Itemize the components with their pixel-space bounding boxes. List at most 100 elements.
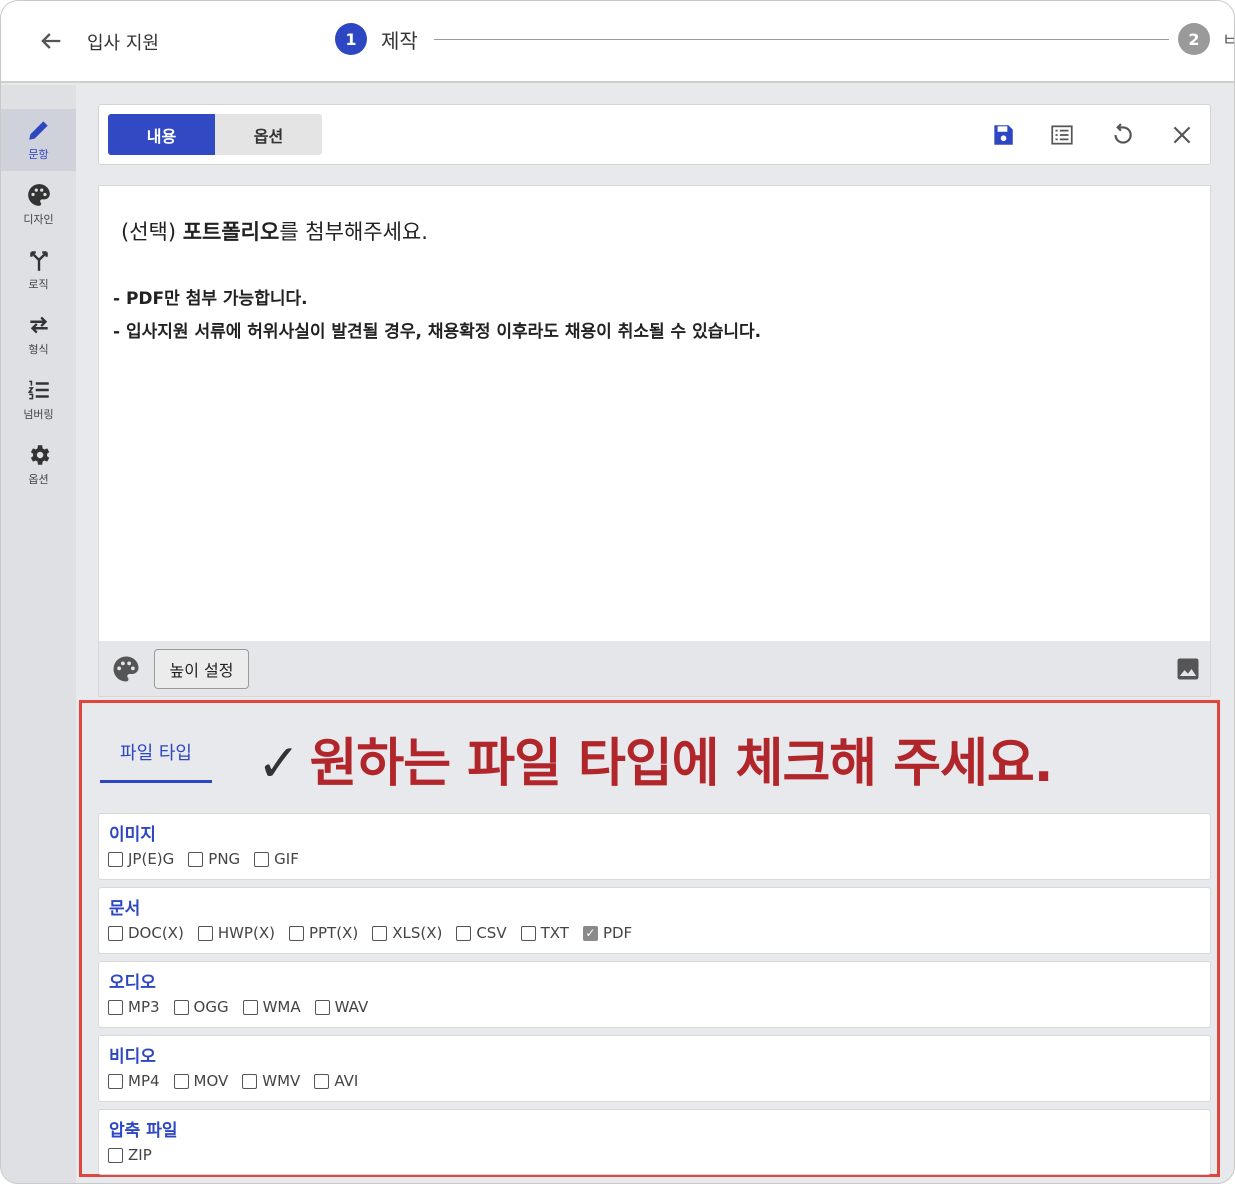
rail-item-label: 넘버링	[23, 408, 54, 421]
option-hwp[interactable]: HWP(X)	[197, 924, 275, 942]
image-icon[interactable]	[1174, 655, 1202, 683]
rail-item-design[interactable]: 디자인	[1, 174, 76, 236]
option-label: JP(E)G	[128, 850, 175, 868]
checkbox[interactable]	[456, 925, 472, 941]
rail-item-label: 옵션	[28, 473, 49, 486]
option-mov[interactable]: MOV	[173, 1072, 229, 1090]
option-pdf[interactable]: PDF	[582, 924, 632, 942]
option-gif[interactable]: GIF	[254, 850, 299, 868]
rail-item-logic[interactable]: 로직	[1, 239, 76, 301]
question-bold: 포트폴리오	[182, 220, 280, 244]
list-icon[interactable]	[1049, 122, 1075, 148]
checkbox[interactable]	[108, 1147, 123, 1163]
checkbox[interactable]	[242, 1073, 258, 1089]
option-ogg[interactable]: OGG	[173, 998, 229, 1016]
option-list: DOC(X) HWP(X) PPT(X) XLS(X) CSV TXT PDF	[108, 924, 646, 942]
option-doc[interactable]: DOC(X)	[108, 924, 184, 942]
option-label: PPT(X)	[308, 924, 359, 942]
rail-item-format[interactable]: 형식	[1, 304, 76, 366]
question-prefix: (선택)	[121, 220, 183, 244]
checkbox[interactable]	[197, 925, 213, 941]
branch-icon	[29, 251, 48, 271]
checkbox[interactable]	[372, 925, 388, 941]
option-label: MP4	[128, 1072, 160, 1090]
option-wma[interactable]: WMA	[242, 998, 301, 1016]
checkbox[interactable]	[288, 925, 304, 941]
rail-item-question[interactable]: 문항	[1, 109, 76, 171]
file-group-audio: 오디오 MP3 OGG WMA WAV	[98, 961, 1211, 1028]
refresh-icon[interactable]	[1109, 122, 1135, 148]
option-xls[interactable]: XLS(X)	[372, 924, 442, 942]
option-label: PNG	[208, 850, 241, 868]
option-label: MOV	[193, 1072, 229, 1090]
swap-icon	[29, 316, 48, 334]
step-1[interactable]: 1 제작	[335, 23, 418, 55]
step-1-number: 1	[335, 23, 367, 55]
checkbox[interactable]	[314, 1073, 330, 1089]
check-mark-icon: ✓	[257, 734, 301, 794]
checkbox[interactable]	[173, 999, 189, 1015]
option-label: HWP(X)	[217, 924, 275, 942]
checkbox[interactable]	[108, 851, 123, 867]
group-title: 문서	[109, 899, 141, 919]
option-avi[interactable]: AVI	[314, 1072, 358, 1090]
option-list: MP3 OGG WMA WAV	[108, 998, 382, 1016]
group-title: 압축 파일	[109, 1121, 178, 1141]
option-csv[interactable]: CSV	[456, 924, 507, 942]
editor-toolbar: 내용 옵션	[98, 104, 1211, 165]
option-ppt[interactable]: PPT(X)	[288, 924, 359, 942]
option-jpeg[interactable]: JP(E)G	[108, 850, 174, 868]
checkbox[interactable]	[173, 1073, 189, 1089]
question-text: (선택) 포트폴리오를 첨부해주세요.	[121, 216, 428, 246]
option-label: WMV	[262, 1072, 301, 1090]
checkbox[interactable]	[242, 999, 258, 1015]
question-editor[interactable]: (선택) 포트폴리오를 첨부해주세요. - PDF만 첨부 가능합니다. - 입…	[98, 185, 1211, 641]
option-label: DOC(X)	[128, 924, 184, 942]
option-label: ZIP	[128, 1146, 152, 1164]
option-mp3[interactable]: MP3	[108, 998, 160, 1016]
checkbox[interactable]	[108, 925, 123, 941]
rail-item-label: 로직	[28, 278, 49, 291]
option-txt[interactable]: TXT	[520, 924, 569, 942]
rail-item-label: 형식	[28, 343, 49, 356]
question-note-2: - 입사지원 서류에 허위사실이 발견될 경우, 채용확정 이후라도 채용이 취…	[113, 322, 762, 342]
checkbox[interactable]	[254, 851, 270, 867]
checkbox[interactable]	[520, 925, 536, 941]
checkbox[interactable]	[108, 1073, 123, 1089]
numbered-list-icon	[27, 380, 49, 400]
tab-file-type[interactable]: 파일 타입	[100, 729, 212, 783]
step-2[interactable]: 2 ㅂ	[1178, 23, 1234, 55]
option-wav[interactable]: WAV	[314, 998, 368, 1016]
rail-item-options[interactable]: 옵션	[1, 434, 76, 496]
checkbox[interactable]	[314, 999, 330, 1015]
tab-options[interactable]: 옵션	[215, 114, 322, 155]
gear-icon	[30, 445, 49, 465]
option-label: OGG	[193, 998, 229, 1016]
step-connector	[434, 39, 1169, 40]
option-label: MP3	[128, 998, 160, 1016]
close-icon[interactable]	[1169, 122, 1195, 148]
step-1-label: 제작	[381, 28, 418, 53]
option-label: AVI	[334, 1072, 359, 1090]
file-group-image: 이미지 JP(E)G PNG GIF	[98, 813, 1211, 880]
height-setting-button[interactable]: 높이 설정	[154, 649, 249, 689]
save-icon[interactable]	[990, 122, 1016, 148]
file-group-video: 비디오 MP4 MOV WMV AVI	[98, 1035, 1211, 1102]
back-arrow-icon[interactable]	[37, 27, 65, 55]
editor-footer: 높이 설정	[98, 641, 1211, 697]
checkbox-checked[interactable]	[582, 925, 598, 941]
option-wmv[interactable]: WMV	[242, 1072, 300, 1090]
checkbox[interactable]	[108, 999, 123, 1015]
instruction-banner: ✓ 원하는 파일 타입에 체크해 주세요.	[257, 721, 1054, 796]
option-png[interactable]: PNG	[188, 850, 240, 868]
palette-icon[interactable]	[111, 654, 141, 684]
tab-content[interactable]: 내용	[108, 114, 215, 155]
checkbox[interactable]	[188, 851, 204, 867]
option-mp4[interactable]: MP4	[108, 1072, 160, 1090]
file-group-archive: 압축 파일 ZIP	[98, 1109, 1211, 1175]
step-2-number: 2	[1178, 23, 1210, 55]
rail-item-numbering[interactable]: 넘버링	[1, 369, 76, 431]
side-rail: 문항 디자인 로직 형식 넘버링 옵션	[1, 85, 76, 1183]
group-title: 비디오	[109, 1047, 156, 1067]
option-zip[interactable]: ZIP	[108, 1146, 152, 1164]
